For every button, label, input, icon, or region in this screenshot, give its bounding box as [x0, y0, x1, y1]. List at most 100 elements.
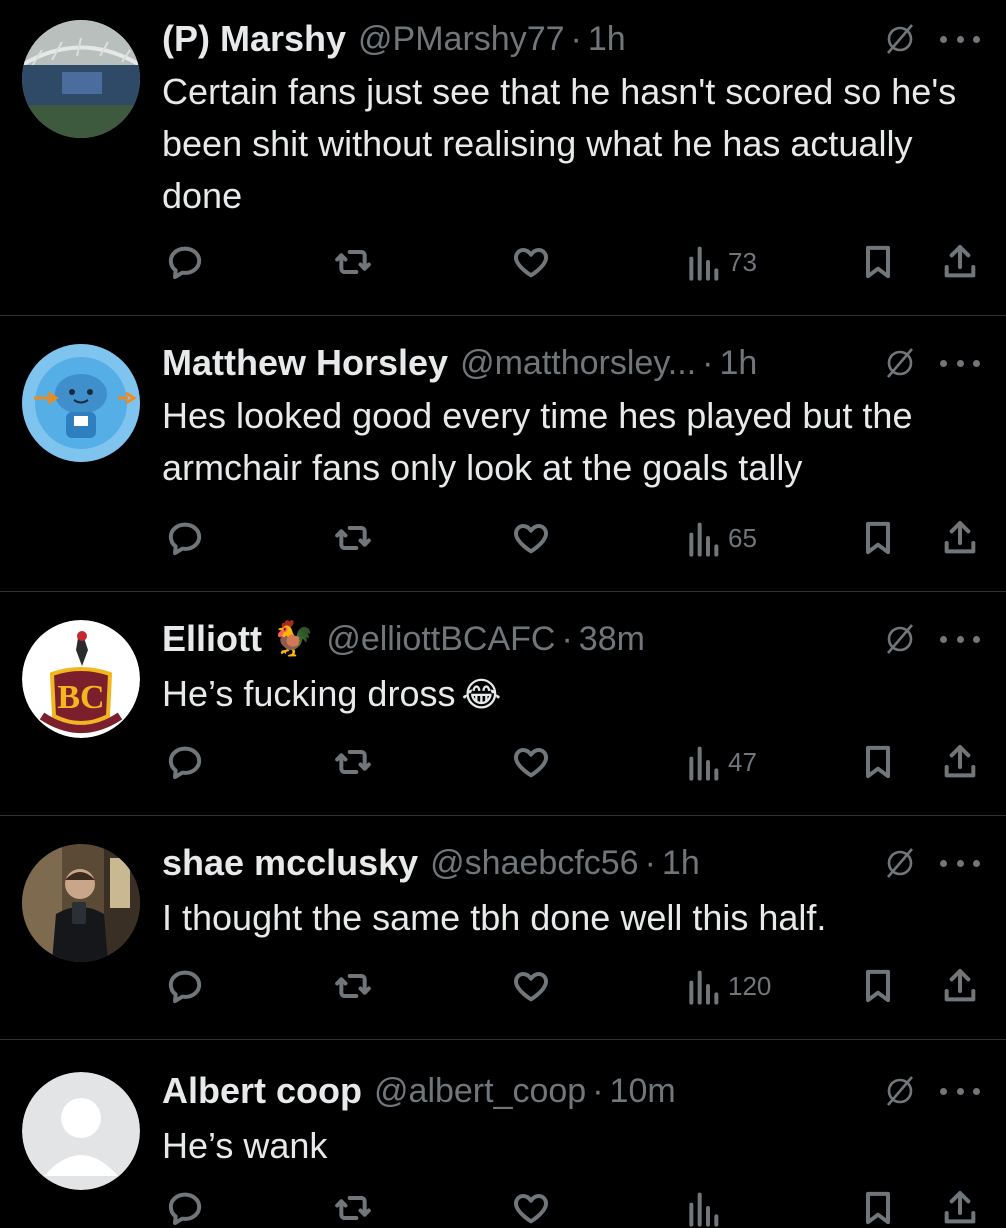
like-button[interactable] [511, 1188, 551, 1228]
views-button[interactable]: 65 [686, 518, 757, 558]
display-name[interactable]: Matthew Horsley [162, 342, 448, 384]
svg-text:BC: BC [57, 679, 104, 716]
share-icon [944, 1191, 976, 1224]
bookmark-button[interactable] [858, 966, 898, 1006]
share-button[interactable] [940, 966, 980, 1006]
avatar[interactable] [22, 844, 140, 962]
like-icon [514, 1194, 548, 1224]
grok-icon[interactable] [882, 1073, 918, 1109]
more-icon[interactable] [940, 34, 980, 44]
retweet-button[interactable] [333, 518, 373, 558]
handle[interactable]: @shaebcfc56 [430, 844, 638, 883]
more-icon[interactable] [940, 634, 980, 644]
tweet[interactable]: BC Elliott 🐓 @elliottBCAFC · 38m He’s fu… [0, 592, 1006, 816]
reply-icon [168, 246, 202, 279]
more-icon[interactable] [940, 358, 980, 368]
reply-button[interactable] [165, 518, 205, 558]
retweet-button[interactable] [333, 742, 373, 782]
handle[interactable]: @PMarshy77 [358, 20, 564, 59]
grok-icon[interactable] [882, 345, 918, 381]
share-icon [944, 745, 976, 778]
action-bar: 47 [0, 742, 1006, 782]
handle[interactable]: @albert_coop [374, 1072, 586, 1111]
tweet-text-body: Certain fans just see that he hasn't sco… [162, 71, 957, 216]
tweet-text: I thought the same tbh done well this ha… [162, 892, 982, 944]
more-icon[interactable] [940, 858, 980, 868]
reply-icon [168, 746, 202, 779]
retweet-button[interactable] [333, 966, 373, 1006]
grok-icon[interactable] [882, 621, 918, 657]
tweet-text-body: He’s wank [162, 1125, 328, 1166]
reply-button[interactable] [165, 742, 205, 782]
retweet-icon [335, 250, 371, 274]
timestamp[interactable]: 38m [579, 620, 645, 659]
handle[interactable]: @elliottBCAFC [326, 620, 555, 659]
retweet-button[interactable] [333, 1188, 373, 1228]
more-icon[interactable] [940, 1086, 980, 1096]
separator: · [702, 343, 714, 382]
like-button[interactable] [511, 742, 551, 782]
avatar[interactable]: BC [22, 620, 140, 738]
views-count: 47 [728, 746, 757, 777]
action-bar [0, 1188, 1006, 1228]
action-bar: 73 [0, 242, 1006, 282]
separator: · [644, 843, 656, 882]
like-button[interactable] [511, 242, 551, 282]
views-icon [689, 246, 719, 281]
views-button[interactable]: 73 [686, 242, 757, 282]
bookmark-icon [866, 1191, 890, 1225]
handle[interactable]: @matthorsley... [460, 344, 696, 383]
display-name[interactable]: (P) Marshy [162, 18, 346, 60]
tweet[interactable]: Matthew Horsley @matthorsley... · 1h Hes… [0, 316, 1006, 592]
tweet[interactable]: (P) Marshy @PMarshy77 · 1h Certain fans … [0, 0, 1006, 316]
bookmark-button[interactable] [858, 242, 898, 282]
tweet-header: shae mcclusky @shaebcfc56 · 1h [162, 840, 1006, 886]
share-button[interactable] [940, 242, 980, 282]
tweet-header: Matthew Horsley @matthorsley... · 1h [162, 340, 1006, 386]
tweet-header: Elliott 🐓 @elliottBCAFC · 38m [162, 616, 1006, 662]
share-button[interactable] [940, 1188, 980, 1228]
separator: · [570, 19, 582, 58]
reply-button[interactable] [165, 242, 205, 282]
reply-icon [168, 970, 202, 1003]
retweet-icon [335, 526, 371, 550]
avatar[interactable] [22, 20, 140, 138]
bookmark-icon [866, 245, 890, 279]
avatar[interactable] [22, 344, 140, 462]
like-button[interactable] [511, 518, 551, 558]
views-button[interactable]: 47 [686, 742, 757, 782]
avatar[interactable] [22, 1072, 140, 1190]
separator: · [592, 1071, 604, 1110]
bookmark-icon [866, 969, 890, 1003]
tweet-text-body: Hes looked good every time hes played bu… [162, 395, 913, 488]
views-button[interactable] [686, 1188, 720, 1228]
views-button[interactable]: 120 [686, 966, 771, 1006]
timestamp[interactable]: 1h [719, 344, 757, 383]
action-bar: 120 [0, 966, 1006, 1006]
grok-icon[interactable] [882, 21, 918, 57]
bookmark-button[interactable] [858, 1188, 898, 1228]
tweet-header: Albert coop @albert_coop · 10m [162, 1068, 1006, 1114]
retweet-icon [335, 974, 371, 998]
like-button[interactable] [511, 966, 551, 1006]
action-bar: 65 [0, 518, 1006, 558]
reply-button[interactable] [165, 966, 205, 1006]
timestamp[interactable]: 1h [662, 844, 700, 883]
share-button[interactable] [940, 518, 980, 558]
timestamp[interactable]: 10m [610, 1072, 676, 1111]
tweet[interactable]: shae mcclusky @shaebcfc56 · 1h I thought… [0, 816, 1006, 1040]
reply-button[interactable] [165, 1188, 205, 1228]
display-name[interactable]: shae mcclusky [162, 842, 418, 884]
share-button[interactable] [940, 742, 980, 782]
bookmark-button[interactable] [858, 518, 898, 558]
like-icon [514, 248, 548, 278]
share-icon [944, 969, 976, 1002]
retweet-button[interactable] [333, 242, 373, 282]
grok-icon[interactable] [882, 845, 918, 881]
separator: · [561, 619, 573, 658]
display-name[interactable]: Elliott [162, 618, 262, 660]
timestamp[interactable]: 1h [588, 20, 626, 59]
bookmark-button[interactable] [858, 742, 898, 782]
display-name[interactable]: Albert coop [162, 1070, 362, 1112]
tweet[interactable]: Albert coop @albert_coop · 10m He’s wank [0, 1040, 1006, 1227]
